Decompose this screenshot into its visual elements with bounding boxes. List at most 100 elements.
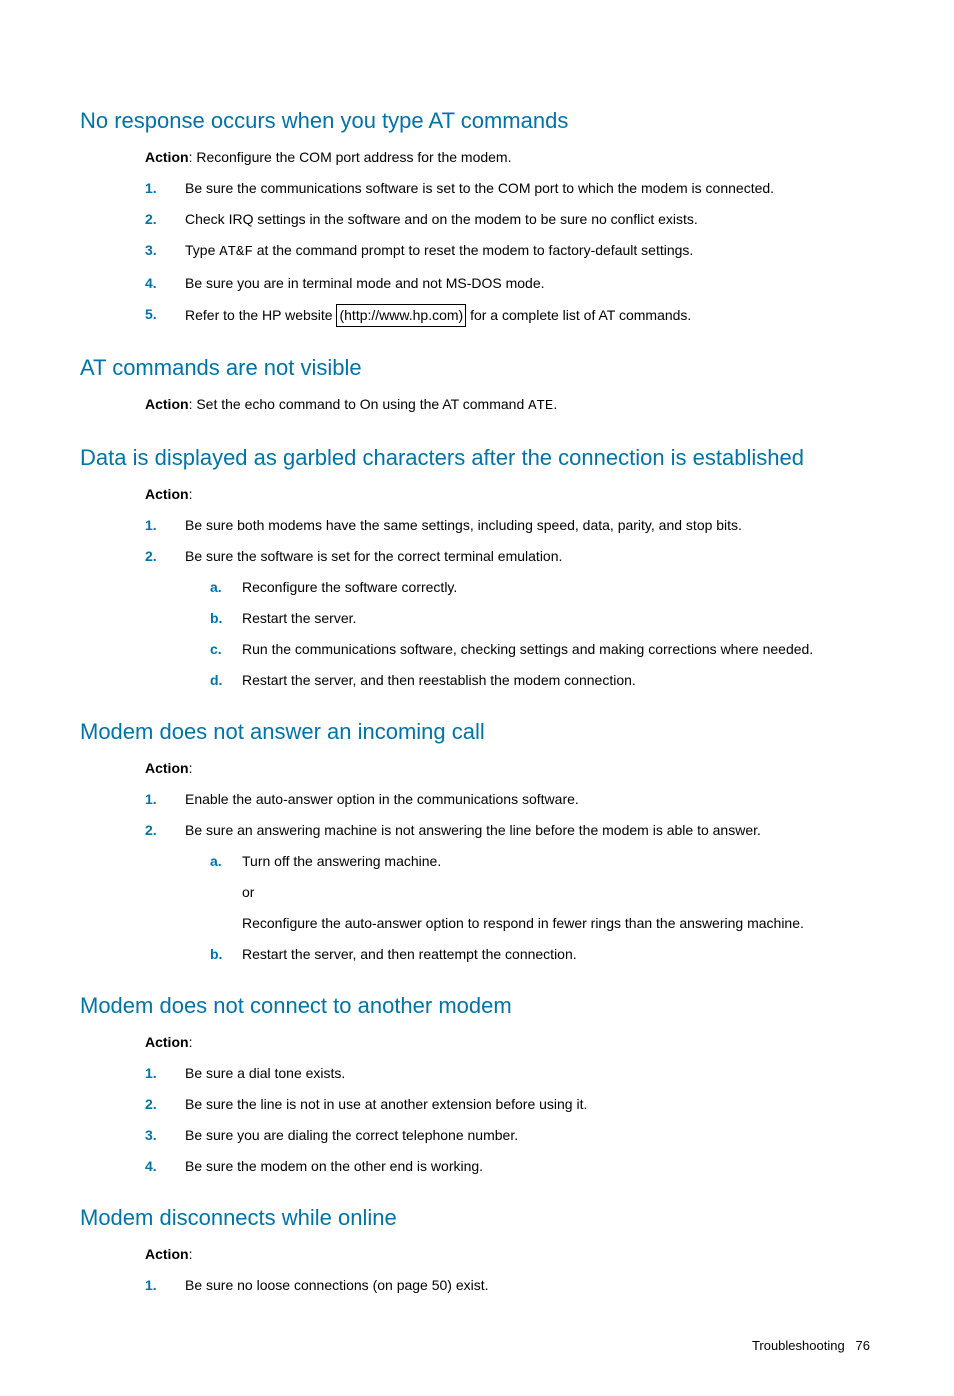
action-line: Action: Set the echo command to On using…: [145, 394, 874, 417]
section-heading: Modem does not connect to another modem: [80, 989, 874, 1022]
sub-list-text: Reconfigure the software correctly.: [242, 579, 457, 595]
sub-list-item: c. Run the communications software, check…: [210, 639, 874, 660]
footer-page-number: 76: [856, 1338, 870, 1353]
action-label: Action: [145, 1034, 189, 1050]
list-number: 1.: [145, 789, 157, 810]
list-text: Be sure the modem on the other end is wo…: [185, 1158, 483, 1174]
list-text: Enable the auto-answer option in the com…: [185, 791, 579, 807]
sub-list-text: Restart the server.: [242, 610, 356, 626]
action-label: Action: [145, 1246, 189, 1262]
list-text: Be sure no loose connections (on page 50…: [185, 1277, 489, 1293]
list-letter: b.: [210, 608, 222, 629]
action-text: :: [189, 486, 193, 502]
list-text: Be sure the communications software is s…: [185, 180, 774, 196]
action-text-pre: : Set the echo command to On using the A…: [189, 396, 529, 412]
list-text: Check IRQ settings in the software and o…: [185, 211, 698, 227]
list-text: Be sure an answering machine is not answ…: [185, 822, 761, 838]
list-item: 4. Be sure the modem on the other end is …: [145, 1156, 874, 1177]
list-item: 1. Be sure both modems have the same sett…: [145, 515, 874, 536]
list-item: 1. Be sure no loose connections (on page …: [145, 1275, 874, 1296]
list-item: 1. Be sure the communications software is…: [145, 178, 874, 199]
list-item: 1. Be sure a dial tone exists.: [145, 1063, 874, 1084]
list-item: 3. Type AT&F at the command prompt to res…: [145, 240, 874, 263]
sub-list-item: d. Restart the server, and then reestabli…: [210, 670, 874, 691]
ordered-list: 1. Enable the auto-answer option in the c…: [145, 789, 874, 965]
section-heading: AT commands are not visible: [80, 351, 874, 384]
sub-list-item: a. Reconfigure the software correctly.: [210, 577, 874, 598]
list-number: 3.: [145, 1125, 157, 1146]
action-line: Action:: [145, 1032, 874, 1053]
list-item: 2. Be sure the line is not in use at anot…: [145, 1094, 874, 1115]
list-text-post: for a complete list of AT commands.: [466, 307, 691, 323]
list-number: 1.: [145, 1063, 157, 1084]
list-text-pre: Type: [185, 242, 219, 258]
sub-list: a. Reconfigure the software correctly. b.…: [210, 577, 874, 691]
list-text: Be sure you are in terminal mode and not…: [185, 275, 545, 291]
list-letter: c.: [210, 639, 222, 660]
list-number: 5.: [145, 304, 157, 325]
list-letter: d.: [210, 670, 222, 691]
list-letter: a.: [210, 577, 222, 598]
inline-code: AT&F: [219, 244, 253, 260]
list-letter: b.: [210, 944, 222, 965]
list-text: Be sure a dial tone exists.: [185, 1065, 345, 1081]
list-number: 4.: [145, 1156, 157, 1177]
action-text: : Reconfigure the COM port address for t…: [189, 149, 512, 165]
list-number: 2.: [145, 820, 157, 841]
action-label: Action: [145, 396, 189, 412]
list-number: 4.: [145, 273, 157, 294]
list-number: 1.: [145, 178, 157, 199]
ordered-list: 1. Be sure no loose connections (on page …: [145, 1275, 874, 1296]
inline-code: ATE: [528, 398, 553, 414]
sub-list-text: Turn off the answering machine.: [242, 853, 441, 869]
list-item: 2. Be sure the software is set for the co…: [145, 546, 874, 691]
list-item: 5. Refer to the HP website (http://www.hp…: [145, 304, 874, 327]
sub-list-text: Restart the server, and then reattempt t…: [242, 946, 577, 962]
action-text: :: [189, 760, 193, 776]
action-text: :: [189, 1034, 193, 1050]
section-heading: Modem disconnects while online: [80, 1201, 874, 1234]
sub-extra-text: or: [242, 882, 874, 903]
ordered-list: 1. Be sure both modems have the same sett…: [145, 515, 874, 691]
list-item: 4. Be sure you are in terminal mode and n…: [145, 273, 874, 294]
action-label: Action: [145, 486, 189, 502]
action-line: Action:: [145, 484, 874, 505]
ordered-list: 1. Be sure the communications software is…: [145, 178, 874, 327]
list-number: 3.: [145, 240, 157, 261]
page-footer: Troubleshooting 76: [80, 1336, 874, 1356]
action-line: Action:: [145, 1244, 874, 1265]
sub-list-text: Run the communications software, checkin…: [242, 641, 813, 657]
action-label: Action: [145, 149, 189, 165]
sub-list-item: b. Restart the server, and then reattempt…: [210, 944, 874, 965]
sub-list-item: b. Restart the server.: [210, 608, 874, 629]
sub-list-text: Restart the server, and then reestablish…: [242, 672, 636, 688]
list-number: 2.: [145, 546, 157, 567]
list-letter: a.: [210, 851, 222, 872]
list-text: Be sure the software is set for the corr…: [185, 548, 562, 564]
action-line: Action:: [145, 758, 874, 779]
ordered-list: 1. Be sure a dial tone exists. 2. Be sure …: [145, 1063, 874, 1177]
list-text-post: at the command prompt to reset the modem…: [253, 242, 693, 258]
section-heading: No response occurs when you type AT comm…: [80, 104, 874, 137]
sub-list-item: a.Turn off the answering machine. or Rec…: [210, 851, 874, 934]
list-number: 1.: [145, 515, 157, 536]
section-heading: Modem does not answer an incoming call: [80, 715, 874, 748]
footer-section: Troubleshooting: [752, 1338, 845, 1353]
hyperlink[interactable]: (http://www.hp.com): [336, 304, 466, 327]
action-label: Action: [145, 760, 189, 776]
sub-list: a.Turn off the answering machine. or Rec…: [210, 851, 874, 965]
list-number: 1.: [145, 1275, 157, 1296]
action-text-post: .: [553, 396, 557, 412]
list-item: 2. Check IRQ settings in the software and…: [145, 209, 874, 230]
list-number: 2.: [145, 209, 157, 230]
list-text-pre: Refer to the HP website: [185, 307, 336, 323]
action-text: :: [189, 1246, 193, 1262]
section-heading: Data is displayed as garbled characters …: [80, 441, 874, 474]
list-text: Be sure you are dialing the correct tele…: [185, 1127, 518, 1143]
list-item: 3. Be sure you are dialing the correct te…: [145, 1125, 874, 1146]
list-item: 2. Be sure an answering machine is not an…: [145, 820, 874, 965]
list-number: 2.: [145, 1094, 157, 1115]
list-item: 1. Enable the auto-answer option in the c…: [145, 789, 874, 810]
list-text: Be sure both modems have the same settin…: [185, 517, 742, 533]
list-text: Be sure the line is not in use at anothe…: [185, 1096, 587, 1112]
